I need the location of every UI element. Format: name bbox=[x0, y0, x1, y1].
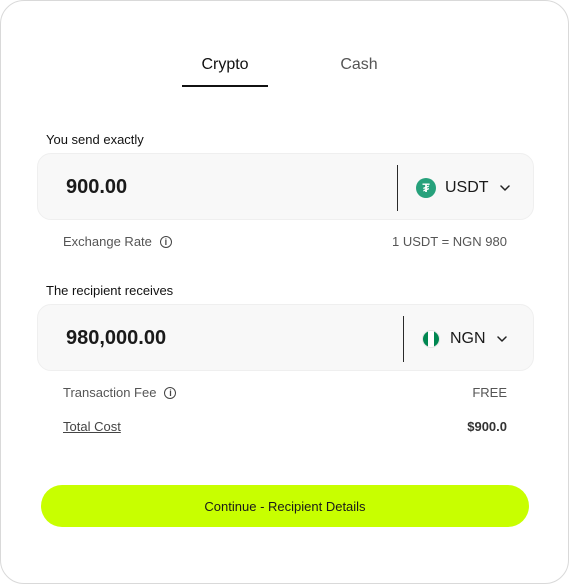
chevron-down-icon bbox=[499, 182, 511, 194]
send-currency-code: USDT bbox=[445, 178, 489, 196]
transaction-fee-value: FREE bbox=[472, 385, 507, 400]
receive-label: The recipient receives bbox=[46, 283, 174, 298]
receive-amount-box: NGN bbox=[37, 304, 534, 371]
send-amount-input[interactable] bbox=[66, 176, 386, 199]
exchange-rate-label: Exchange Rate bbox=[63, 234, 152, 249]
receive-amount-input[interactable] bbox=[66, 327, 386, 350]
receive-currency-code: NGN bbox=[450, 329, 486, 347]
exchange-rate-value: 1 USDT = NGN 980 bbox=[391, 234, 507, 249]
divider bbox=[397, 165, 398, 211]
chevron-down-icon bbox=[496, 333, 508, 345]
active-tab-indicator bbox=[182, 85, 268, 87]
divider bbox=[403, 316, 404, 362]
info-icon[interactable]: i bbox=[164, 386, 177, 399]
send-label: You send exactly bbox=[46, 132, 144, 147]
total-cost-value: $900.0 bbox=[467, 419, 507, 434]
total-cost-label[interactable]: Total Cost bbox=[63, 419, 121, 434]
send-currency-select[interactable]: ₮ USDT bbox=[416, 154, 511, 221]
info-icon[interactable]: i bbox=[159, 235, 172, 248]
receive-currency-select[interactable]: NGN bbox=[422, 305, 508, 372]
tether-icon: ₮ bbox=[416, 177, 436, 198]
tab-cash[interactable]: Cash bbox=[319, 56, 399, 74]
transfer-card: Crypto Cash You send exactly ₮ USDT Exch… bbox=[0, 0, 569, 584]
tab-crypto[interactable]: Crypto bbox=[182, 56, 268, 74]
tab-bar: Crypto Cash bbox=[1, 1, 568, 91]
nigeria-flag-icon bbox=[422, 329, 440, 348]
continue-button[interactable]: Continue - Recipient Details bbox=[41, 485, 529, 527]
transaction-fee-label: Transaction Fee bbox=[63, 385, 157, 400]
send-amount-box: ₮ USDT bbox=[37, 153, 534, 220]
